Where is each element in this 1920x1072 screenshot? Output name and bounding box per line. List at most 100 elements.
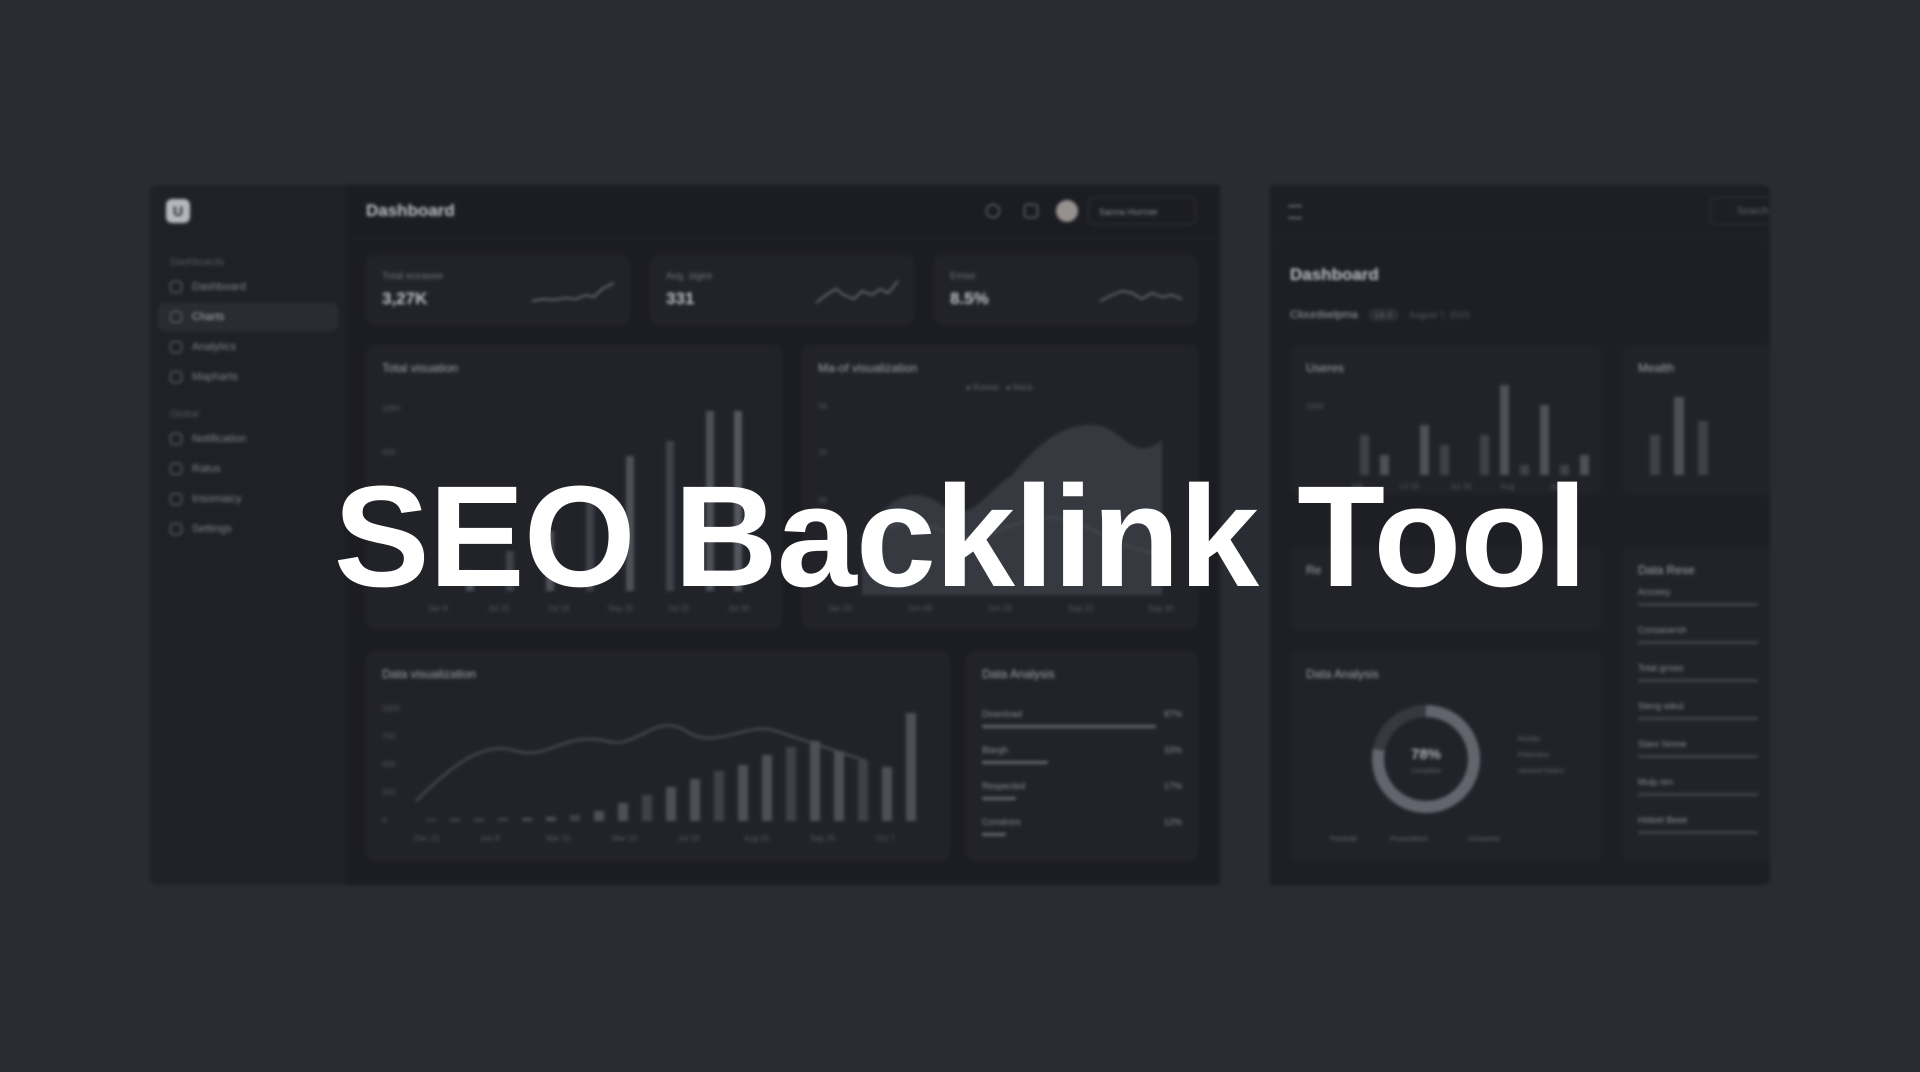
grid-icon: [170, 281, 182, 293]
data-visualization-card: Data visualization 1000 750 500 250 0 Dec 15 J…: [366, 651, 950, 861]
research-row: Stanr hinme: [1638, 739, 1687, 749]
status-badge: Lk 4: [1368, 309, 1398, 321]
line-series: [415, 724, 867, 802]
sidebar-item-notification[interactable]: Notification: [158, 425, 338, 453]
research-row: Consanersh: [1638, 625, 1687, 635]
sidebar-item-label: Mapharts: [192, 371, 238, 383]
bar: [882, 767, 892, 821]
bar: [426, 819, 436, 821]
sidebar-item-dashboard[interactable]: Dashboard: [158, 273, 338, 301]
breadcrumb-label: Clourdselpma: [1290, 309, 1358, 321]
progress-label: Respected: [982, 781, 1026, 791]
bar: [834, 751, 844, 821]
progress-label: Conslrors: [982, 817, 1021, 827]
progress-bar: [982, 833, 1006, 836]
kpi-value: 8.5%: [950, 289, 989, 308]
axis-tick: Sep 25: [810, 834, 836, 843]
sidebar-item-label: Notification: [192, 433, 247, 445]
page-title: Dashboard: [366, 201, 455, 220]
axis-tick: Mar 16: [612, 834, 637, 843]
data-analysis-card: Data Analysis 78% Complete Rastlar Poten…: [1290, 651, 1602, 861]
search-input[interactable]: Search: [1710, 197, 1770, 225]
sidebar-item-label: Charts: [192, 311, 225, 323]
axis-tick: Oct 7: [876, 834, 896, 843]
progress-row: Conslrors 12%: [982, 817, 1182, 836]
avatar[interactable]: [1056, 200, 1078, 222]
donut-value: 78%: [1411, 746, 1441, 763]
nav-group-label: Global: [170, 409, 199, 420]
search-icon[interactable]: [986, 204, 1000, 218]
bar: [570, 815, 580, 821]
bar: [810, 741, 820, 821]
sparkline: [531, 282, 615, 302]
user-menu[interactable]: Sanna Hurrner: [1088, 197, 1196, 225]
research-row: Mulp ren: [1638, 777, 1674, 787]
research-bar: [1638, 679, 1758, 682]
bar: [786, 747, 796, 821]
bell-icon: [170, 433, 182, 445]
axis-tick: Jan 8: [480, 834, 500, 843]
nav-group-label: Dashboards: [170, 257, 224, 268]
bar-chart-icon: [170, 311, 182, 323]
bar: [642, 795, 652, 821]
kpi-card: Total sceasee 3,27K: [366, 255, 630, 325]
app-logo[interactable]: U: [166, 199, 190, 223]
bar: [714, 771, 724, 821]
legend-label: Vestred Distics: [1518, 768, 1565, 775]
axis-tick: Dec 15: [414, 834, 440, 843]
sidebar-item-analytics[interactable]: Analytics: [158, 333, 338, 361]
card-title: Data Analysis: [982, 667, 1055, 681]
bar: [546, 817, 556, 821]
progress-value: 87%: [1163, 709, 1182, 719]
data-visualization-chart: 1000 750 500 250 0 Dec 15 Jan 8 Mar 15 Mar 16 Jul…: [382, 704, 916, 843]
axis-tick: 500: [382, 760, 396, 769]
legend-label: Rastlar: [1518, 736, 1541, 743]
map-icon: [170, 371, 182, 383]
menu-icon[interactable]: [1288, 205, 1302, 219]
progress-value: 17%: [1163, 781, 1182, 791]
progress-label: Download: [982, 709, 1023, 719]
axis-tick: 750: [382, 732, 396, 741]
axis-tick: 1000: [382, 704, 400, 713]
donut-chart: 78% Complete Rastlar Potentace Vestred D…: [1330, 705, 1565, 843]
axis-tick: 5K: [818, 402, 828, 411]
legend-label: Potentace: [1518, 752, 1550, 759]
trend-icon: [170, 341, 182, 353]
bar: [618, 803, 628, 821]
donut-label: Complete: [1411, 768, 1441, 775]
kpi-label: Total sceasee: [382, 271, 444, 282]
axis-tick: 1000: [382, 404, 400, 413]
progress-value: 33%: [1163, 745, 1182, 755]
research-bar: [1638, 831, 1758, 834]
research-bar: [1638, 641, 1758, 644]
research-row: Sleng wikul: [1638, 701, 1684, 711]
sparkline: [815, 280, 899, 304]
legend-label: Pewledd: [1330, 836, 1357, 843]
bar: [762, 755, 772, 821]
bar: [690, 779, 700, 821]
date-label: August 7, 2023: [1409, 310, 1470, 320]
sidebar-item-maps[interactable]: Mapharts: [158, 363, 338, 391]
bell-icon[interactable]: [1024, 204, 1038, 218]
progress-bar: [982, 797, 1016, 800]
axis-tick: 250: [382, 788, 396, 797]
axis-tick: Jul 18: [678, 834, 700, 843]
legend-label: Conserew: [1468, 836, 1500, 843]
progress-value: 12%: [1163, 817, 1182, 827]
bar: [498, 818, 508, 821]
progress-label: Blargh: [982, 745, 1009, 755]
breadcrumb: Clourdselpma Lk 4 August 7, 2023: [1290, 309, 1470, 321]
axis-tick: Aug 20: [744, 834, 770, 843]
bar: [858, 761, 868, 821]
bar: [594, 811, 604, 821]
bar: [906, 713, 916, 821]
kpi-card: Emse 8.5%: [934, 255, 1198, 325]
axis-tick: 0: [382, 816, 387, 825]
topbar: Dashboard Sanna Hurrner: [346, 185, 1220, 238]
data-analysis-card: Data Analysis Download 87% Blargh 33% Resp…: [966, 651, 1198, 861]
kpi-label: Emse: [950, 271, 976, 282]
bar: [666, 787, 676, 821]
sidebar-item-charts[interactable]: Charts: [158, 303, 338, 331]
progress-row: Blargh 33%: [982, 745, 1182, 764]
kpi-card: Avg. sigee 331: [650, 255, 914, 325]
